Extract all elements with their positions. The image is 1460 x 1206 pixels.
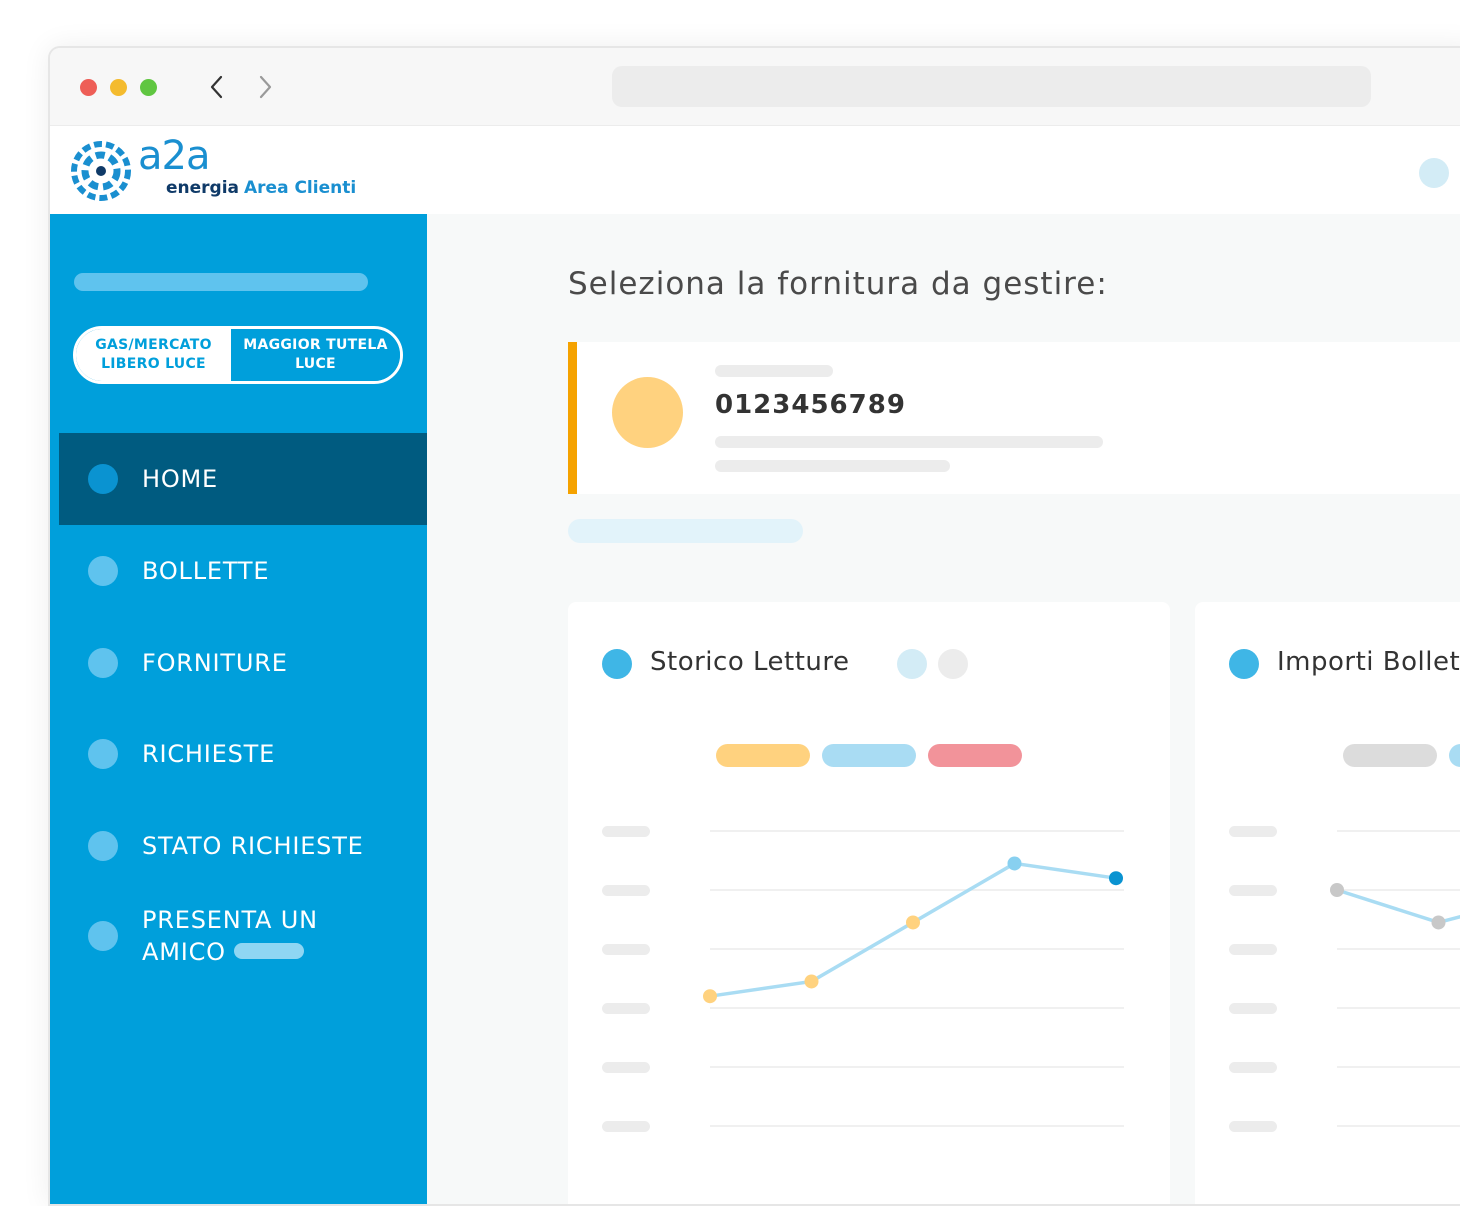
supply-code: 0123456789 <box>715 390 906 420</box>
storico-letture-chart <box>703 830 1124 1127</box>
address-bar[interactable] <box>612 66 1371 107</box>
sidebar-item-label-wrap: PRESENTA UN AMICO <box>142 904 372 968</box>
site-header: a2a energia Area Clienti <box>50 126 1460 214</box>
presenta-amico-bullet-icon <box>88 921 118 951</box>
area-clienti-label: Area Clienti <box>244 178 357 198</box>
sidebar-item-richieste[interactable]: RICHIESTE <box>50 708 427 800</box>
sidebar-item-label: RICHIESTE <box>142 740 276 768</box>
chart-card-importi-bollette: Importi Bollet <box>1195 602 1460 1204</box>
data-point[interactable] <box>1330 883 1344 897</box>
browser-window: a2a energia Area Clienti GAS/MERCATO LIB… <box>48 46 1460 1206</box>
user-avatar[interactable] <box>1419 158 1449 188</box>
sidebar-item-label: STATO RICHIESTE <box>142 832 364 860</box>
data-point[interactable] <box>703 989 717 1004</box>
richieste-bullet-icon <box>88 739 118 769</box>
sidebar-item-label: BOLLETTE <box>142 557 270 585</box>
sidebar-placeholder-bar <box>74 273 368 291</box>
supply-icon <box>612 377 683 448</box>
toggle-mercato-libero[interactable]: GAS/MERCATO LIBERO LUCE <box>76 329 231 381</box>
supply-placeholder-line <box>715 460 950 472</box>
data-point[interactable] <box>1007 856 1022 871</box>
data-point[interactable] <box>804 974 819 989</box>
logo-subtitle: energia <box>166 178 240 198</box>
a2a-logo-icon[interactable] <box>70 140 132 202</box>
sidebar-item-label: FORNITURE <box>142 649 288 677</box>
sidebar-item-home[interactable]: HOME <box>59 433 427 525</box>
browser-titlebar <box>50 48 1460 126</box>
sidebar-item-presenta-amico[interactable]: PRESENTA UN AMICO <box>50 890 427 982</box>
sidebar-item-stato-richieste[interactable]: STATO RICHIESTE <box>50 800 427 892</box>
sidebar-item-forniture[interactable]: FORNITURE <box>50 617 427 709</box>
supply-placeholder-line <box>715 436 1103 448</box>
main-placeholder-pill <box>568 519 803 543</box>
main-content: Seleziona la fornitura da gestire: 01234… <box>427 214 1460 1204</box>
forward-arrow-icon[interactable] <box>254 74 276 100</box>
data-point[interactable] <box>906 915 920 930</box>
forniture-bullet-icon <box>88 648 118 678</box>
sidebar-item-label: HOME <box>142 465 219 493</box>
maximize-window-button[interactable] <box>140 79 157 96</box>
page-title: Seleziona la fornitura da gestire: <box>568 266 1108 302</box>
toggle-maggior-tutela[interactable]: MAGGIOR TUTELA LUCE <box>231 329 400 381</box>
minimize-window-button[interactable] <box>110 79 127 96</box>
data-point[interactable] <box>1431 915 1446 930</box>
sidebar-item-bollette[interactable]: BOLLETTE <box>50 525 427 617</box>
importi-bollette-chart <box>1330 830 1460 1127</box>
logo-wordmark: a2a <box>138 133 210 179</box>
close-window-button[interactable] <box>80 79 97 96</box>
supply-placeholder-line <box>715 365 833 377</box>
data-point[interactable] <box>1109 871 1123 886</box>
sidebar: GAS/MERCATO LIBERO LUCE MAGGIOR TUTELA L… <box>50 214 427 1204</box>
new-badge <box>233 943 304 959</box>
series-line <box>709 861 1117 998</box>
back-arrow-icon[interactable] <box>206 74 228 100</box>
bollette-bullet-icon <box>88 556 118 586</box>
market-toggle[interactable]: GAS/MERCATO LIBERO LUCE MAGGIOR TUTELA L… <box>73 326 403 384</box>
chart-card-storico-letture: Storico Letture <box>568 602 1170 1204</box>
toggle-left-label: GAS/MERCATO LIBERO LUCE <box>95 337 212 372</box>
supply-card[interactable]: 0123456789 <box>568 342 1460 494</box>
home-bullet-icon <box>88 464 118 494</box>
toggle-right-label: MAGGIOR TUTELA LUCE <box>243 337 388 372</box>
stato-richieste-bullet-icon <box>88 831 118 861</box>
